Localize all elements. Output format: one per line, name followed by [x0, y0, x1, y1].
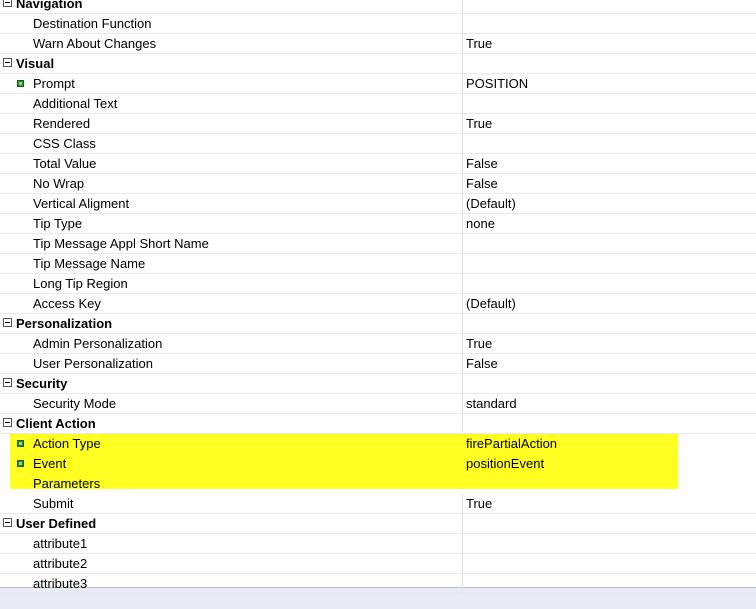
category-label: Client Action — [16, 416, 96, 431]
property-value[interactable] — [462, 574, 756, 593]
property-row-attribute1[interactable]: attribute1 — [0, 534, 756, 554]
category-security[interactable]: Security — [0, 374, 756, 394]
property-name[interactable]: No Wrap — [0, 174, 462, 193]
property-value[interactable] — [462, 134, 756, 153]
property-value[interactable] — [462, 474, 756, 493]
property-name[interactable]: Tip Message Appl Short Name — [0, 234, 462, 253]
property-value[interactable]: True — [462, 494, 756, 513]
property-value[interactable]: positionEvent — [462, 454, 756, 473]
property-name[interactable]: Parameters — [0, 474, 462, 493]
property-value[interactable]: firePartialAction — [462, 434, 756, 453]
category-value-cell — [462, 314, 756, 333]
property-row-attribute2[interactable]: attribute2 — [0, 554, 756, 574]
property-row-user-personalization[interactable]: User Personalization False — [0, 354, 756, 374]
property-name[interactable]: Vertical Aligment — [0, 194, 462, 213]
property-name[interactable]: Tip Type — [0, 214, 462, 233]
property-row-access-key[interactable]: Access Key (Default) — [0, 294, 756, 314]
category-label: User Defined — [16, 516, 97, 531]
property-value[interactable] — [462, 534, 756, 553]
property-value[interactable] — [462, 234, 756, 253]
property-value[interactable]: True — [462, 114, 756, 133]
category-value-cell — [462, 414, 756, 433]
property-name[interactable]: attribute3 — [0, 574, 462, 593]
property-row-vertical-aligment[interactable]: Vertical Aligment (Default) — [0, 194, 756, 214]
property-row-additional-text[interactable]: Additional Text — [0, 94, 756, 114]
property-value[interactable]: False — [462, 174, 756, 193]
category-label: Security — [16, 376, 68, 391]
property-name[interactable]: Prompt — [0, 74, 462, 93]
property-row-tip-message-name[interactable]: Tip Message Name — [0, 254, 756, 274]
property-value[interactable]: True — [462, 34, 756, 53]
property-row-total-value[interactable]: Total Value False — [0, 154, 756, 174]
property-row-warn-about-changes[interactable]: Warn About Changes True — [0, 34, 756, 54]
property-row-event[interactable]: Event positionEvent — [0, 454, 756, 474]
property-name[interactable]: Security Mode — [0, 394, 462, 413]
property-name[interactable]: Long Tip Region — [0, 274, 462, 293]
property-value[interactable]: (Default) — [462, 194, 756, 213]
property-name[interactable]: Submit — [0, 494, 462, 513]
property-row-security-mode[interactable]: Security Mode standard — [0, 394, 756, 414]
category-label: Visual — [16, 56, 55, 71]
property-value[interactable]: standard — [462, 394, 756, 413]
property-row-destination-function[interactable]: Destination Function — [0, 14, 756, 34]
property-row-prompt[interactable]: Prompt POSITION — [0, 74, 756, 94]
category-user-defined[interactable]: User Defined — [0, 514, 756, 534]
property-row-submit[interactable]: Submit True — [0, 494, 756, 514]
category-navigation[interactable]: Navigation — [0, 0, 756, 14]
property-row-css-class[interactable]: CSS Class — [0, 134, 756, 154]
property-value[interactable]: none — [462, 214, 756, 233]
property-name[interactable]: Event — [0, 454, 462, 473]
category-label: Personalization — [16, 316, 113, 331]
property-row-tip-message-appl-short-name[interactable]: Tip Message Appl Short Name — [0, 234, 756, 254]
category-client-action[interactable]: Client Action — [0, 414, 756, 434]
property-name[interactable]: User Personalization — [0, 354, 462, 373]
property-row-admin-personalization[interactable]: Admin Personalization True — [0, 334, 756, 354]
property-name[interactable]: Action Type — [0, 434, 462, 453]
category-personalization[interactable]: Personalization — [0, 314, 756, 334]
property-name[interactable]: Warn About Changes — [0, 34, 462, 53]
property-name[interactable]: CSS Class — [0, 134, 462, 153]
category-label: Navigation — [16, 0, 83, 11]
property-name[interactable]: Tip Message Name — [0, 254, 462, 273]
property-value[interactable] — [462, 554, 756, 573]
property-value[interactable] — [462, 94, 756, 113]
property-name[interactable]: Total Value — [0, 154, 462, 173]
property-value[interactable] — [462, 14, 756, 33]
property-value[interactable]: False — [462, 154, 756, 173]
property-row-action-type[interactable]: Action Type firePartialAction — [0, 434, 756, 454]
property-name[interactable]: Additional Text — [0, 94, 462, 113]
property-name[interactable]: Access Key — [0, 294, 462, 313]
category-visual[interactable]: Visual — [0, 54, 756, 74]
property-value[interactable] — [462, 274, 756, 293]
property-grid: Navigation Destination Function Warn About… — [0, 0, 756, 594]
category-value-cell — [462, 0, 756, 13]
category-value-cell — [462, 514, 756, 533]
property-row-attribute3[interactable]: attribute3 — [0, 574, 756, 594]
property-row-rendered[interactable]: Rendered True — [0, 114, 756, 134]
property-name[interactable]: attribute1 — [0, 534, 462, 553]
property-value[interactable]: True — [462, 334, 756, 353]
property-row-no-wrap[interactable]: No Wrap False — [0, 174, 756, 194]
property-value[interactable]: False — [462, 354, 756, 373]
category-value-cell — [462, 54, 756, 73]
property-row-parameters[interactable]: Parameters — [0, 474, 756, 494]
property-row-tip-type[interactable]: Tip Type none — [0, 214, 756, 234]
property-value[interactable]: POSITION — [462, 74, 756, 93]
property-value[interactable]: (Default) — [462, 294, 756, 313]
category-value-cell — [462, 374, 756, 393]
property-name[interactable]: Admin Personalization — [0, 334, 462, 353]
property-name[interactable]: Destination Function — [0, 14, 462, 33]
property-value[interactable] — [462, 254, 756, 273]
property-row-long-tip-region[interactable]: Long Tip Region — [0, 274, 756, 294]
property-name[interactable]: Rendered — [0, 114, 462, 133]
property-name[interactable]: attribute2 — [0, 554, 462, 573]
